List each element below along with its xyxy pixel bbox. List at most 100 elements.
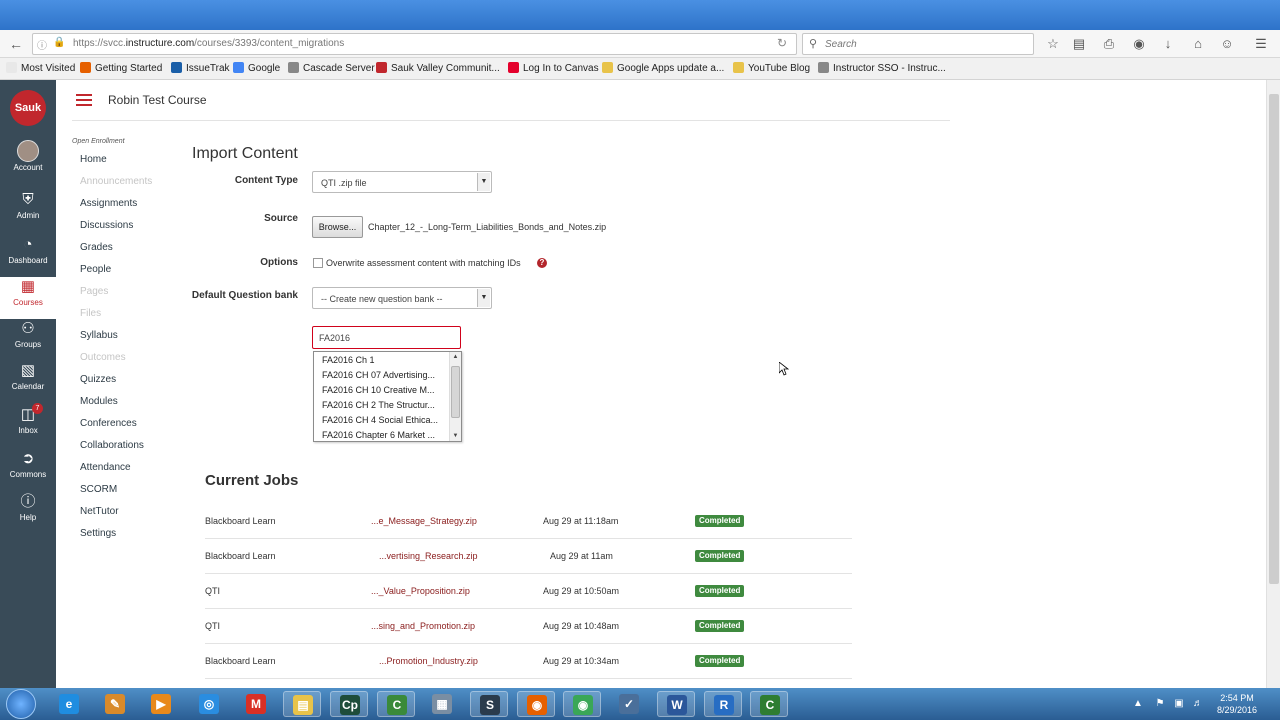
- course-nav-attendance[interactable]: Attendance: [80, 462, 131, 473]
- bookmark-item[interactable]: Instructor SSO - Instruc...: [818, 62, 946, 74]
- reload-icon[interactable]: ↻: [777, 36, 787, 50]
- autocomplete-option[interactable]: FA2016 CH 2 The Structur...: [322, 400, 446, 410]
- global-nav-account[interactable]: Account: [0, 140, 56, 182]
- back-arrow-icon[interactable]: ←: [6, 34, 26, 54]
- bookmark-item[interactable]: Google: [233, 62, 280, 74]
- paint-icon[interactable]: ✎: [96, 691, 134, 717]
- course-nav-assignments[interactable]: Assignments: [80, 198, 137, 209]
- global-nav-commons[interactable]: ➲ Commons: [0, 449, 56, 491]
- question-bank-select[interactable]: -- Create new question bank -- ▼: [312, 287, 492, 309]
- sauk-logo[interactable]: Sauk: [10, 90, 46, 126]
- global-nav-admin[interactable]: ⛨ Admin: [0, 190, 56, 232]
- job-file-link[interactable]: ..._Value_Proposition.zip: [371, 586, 470, 596]
- autocomplete-option[interactable]: FA2016 Ch 1: [322, 355, 446, 365]
- scroll-down-icon[interactable]: ▼: [450, 431, 461, 441]
- job-file-link[interactable]: ...vertising_Research.zip: [379, 551, 478, 561]
- word-icon[interactable]: W: [657, 691, 695, 717]
- pocket-icon[interactable]: ◉: [1130, 35, 1148, 53]
- flag-icon[interactable]: ⚑: [1154, 698, 1166, 710]
- network-icon[interactable]: ▣: [1173, 698, 1185, 710]
- page-scrollbar[interactable]: [1266, 80, 1280, 688]
- bookmark-item[interactable]: Google Apps update a...: [602, 62, 724, 74]
- course-nav-collaborations[interactable]: Collaborations: [80, 440, 144, 451]
- new-question-bank-input[interactable]: FA2016: [312, 326, 461, 349]
- home-icon[interactable]: ⌂: [1189, 35, 1207, 53]
- table-row: Blackboard Learn ...vertising_Research.z…: [205, 539, 852, 574]
- hamburger-menu-icon[interactable]: [76, 94, 92, 106]
- bookmark-star-icon[interactable]: ☆: [1044, 35, 1062, 53]
- overwrite-label[interactable]: Overwrite assessment content with matchi…: [326, 258, 521, 268]
- global-nav-calendar[interactable]: ▧ Calendar: [0, 361, 56, 403]
- gmail-icon[interactable]: M: [237, 691, 275, 717]
- r-icon[interactable]: R: [704, 691, 742, 717]
- bookmark-item[interactable]: YouTube Blog: [733, 62, 810, 74]
- dashboard-icon: ◔: [23, 236, 33, 253]
- autocomplete-option[interactable]: FA2016 CH 10 Creative M...: [322, 385, 446, 395]
- browse-button[interactable]: Browse...: [312, 216, 363, 238]
- print-icon[interactable]: ⎙: [1100, 35, 1118, 53]
- scroll-thumb[interactable]: [451, 366, 460, 418]
- menu-icon[interactable]: ☰: [1252, 35, 1270, 53]
- global-nav-inbox[interactable]: ◫ 7 Inbox: [0, 403, 56, 447]
- folder-icon[interactable]: ▤: [283, 691, 321, 717]
- snagit-icon[interactable]: S: [470, 691, 508, 717]
- course-nav-syllabus[interactable]: Syllabus: [80, 330, 118, 341]
- job-file-link[interactable]: ...e_Message_Strategy.zip: [371, 516, 477, 526]
- calculator-icon[interactable]: ▦: [423, 691, 461, 717]
- firefox-icon[interactable]: ◉: [517, 691, 555, 717]
- search-bar[interactable]: ⚲ Search: [802, 33, 1034, 55]
- scroll-thumb[interactable]: [1269, 94, 1279, 584]
- info-icon[interactable]: ⓘ: [37, 37, 47, 52]
- course-nav-conferences[interactable]: Conferences: [80, 418, 137, 429]
- bookmark-item[interactable]: IssueTrak: [171, 62, 230, 74]
- course-nav-quizzes[interactable]: Quizzes: [80, 374, 116, 385]
- camtasia-icon[interactable]: C: [377, 691, 415, 717]
- bookmark-item[interactable]: Getting Started: [80, 62, 162, 74]
- download-icon[interactable]: ↓: [1159, 35, 1177, 53]
- overwrite-checkbox[interactable]: [313, 258, 323, 268]
- job-file-link[interactable]: ...Promotion_Industry.zip: [379, 656, 478, 666]
- global-nav-help[interactable]: ⓘ Help: [0, 492, 56, 534]
- notepad-icon[interactable]: ✓: [610, 691, 648, 717]
- course-nav-people[interactable]: People: [80, 264, 111, 275]
- bookmark-item[interactable]: Sauk Valley Communit...: [376, 62, 500, 74]
- scroll-up-icon[interactable]: ▲: [450, 352, 461, 362]
- course-nav-discussions[interactable]: Discussions: [80, 220, 133, 231]
- tray-arrow-icon[interactable]: ▲: [1132, 698, 1144, 710]
- ie-icon[interactable]: e: [50, 691, 88, 717]
- autocomplete-option[interactable]: FA2016 Chapter 6 Market ...: [322, 430, 446, 440]
- course-nav-home[interactable]: Home: [80, 154, 107, 165]
- media-icon[interactable]: ▶: [142, 691, 180, 717]
- course-nav-grades[interactable]: Grades: [80, 242, 113, 253]
- start-button[interactable]: [6, 689, 36, 719]
- reading-list-icon[interactable]: ▤: [1070, 35, 1088, 53]
- bookmark-icon: [818, 62, 829, 73]
- bookmark-item[interactable]: Log In to Canvas: [508, 62, 599, 74]
- global-nav-courses[interactable]: ▦ Courses: [0, 277, 56, 319]
- course-nav-settings[interactable]: Settings: [80, 528, 116, 539]
- course-title[interactable]: Robin Test Course: [108, 93, 207, 107]
- bookmark-item[interactable]: Most Visited: [6, 62, 75, 74]
- course-nav-nettutor[interactable]: NetTutor: [80, 506, 119, 517]
- chrome-icon[interactable]: ◉: [563, 691, 601, 717]
- course-nav-modules[interactable]: Modules: [80, 396, 118, 407]
- lock-icon[interactable]: 🔒: [53, 37, 65, 48]
- autocomplete-option[interactable]: FA2016 CH 4 Social Ethica...: [322, 415, 446, 425]
- status-badge: Completed: [695, 585, 745, 597]
- job-file-link[interactable]: ...sing_and_Promotion.zip: [371, 621, 475, 631]
- hello-icon[interactable]: ☺: [1218, 35, 1236, 53]
- captivate-icon[interactable]: Cp: [330, 691, 368, 717]
- help-icon[interactable]: ?: [537, 258, 547, 268]
- system-clock[interactable]: 2:54 PM 8/29/2016: [1212, 692, 1262, 716]
- global-nav-dashboard[interactable]: ◔ Dashboard: [0, 235, 56, 277]
- url-bar[interactable]: ⓘ 🔒 https://svcc.instructure.com/courses…: [32, 33, 797, 55]
- autocomplete-option[interactable]: FA2016 CH 07 Advertising...: [322, 370, 446, 380]
- camtasia-recorder-icon[interactable]: C: [750, 691, 788, 717]
- bookmark-item[interactable]: Cascade Server: [288, 62, 375, 74]
- course-nav-scorm[interactable]: SCORM: [80, 484, 117, 495]
- dropdown-scrollbar[interactable]: ▲ ▼: [449, 352, 461, 441]
- volume-icon[interactable]: ♬: [1192, 698, 1204, 710]
- chat-icon[interactable]: ◎: [190, 691, 228, 717]
- content-type-select[interactable]: QTI .zip file ▼: [312, 171, 492, 193]
- global-nav-groups[interactable]: ⚇ Groups: [0, 319, 56, 361]
